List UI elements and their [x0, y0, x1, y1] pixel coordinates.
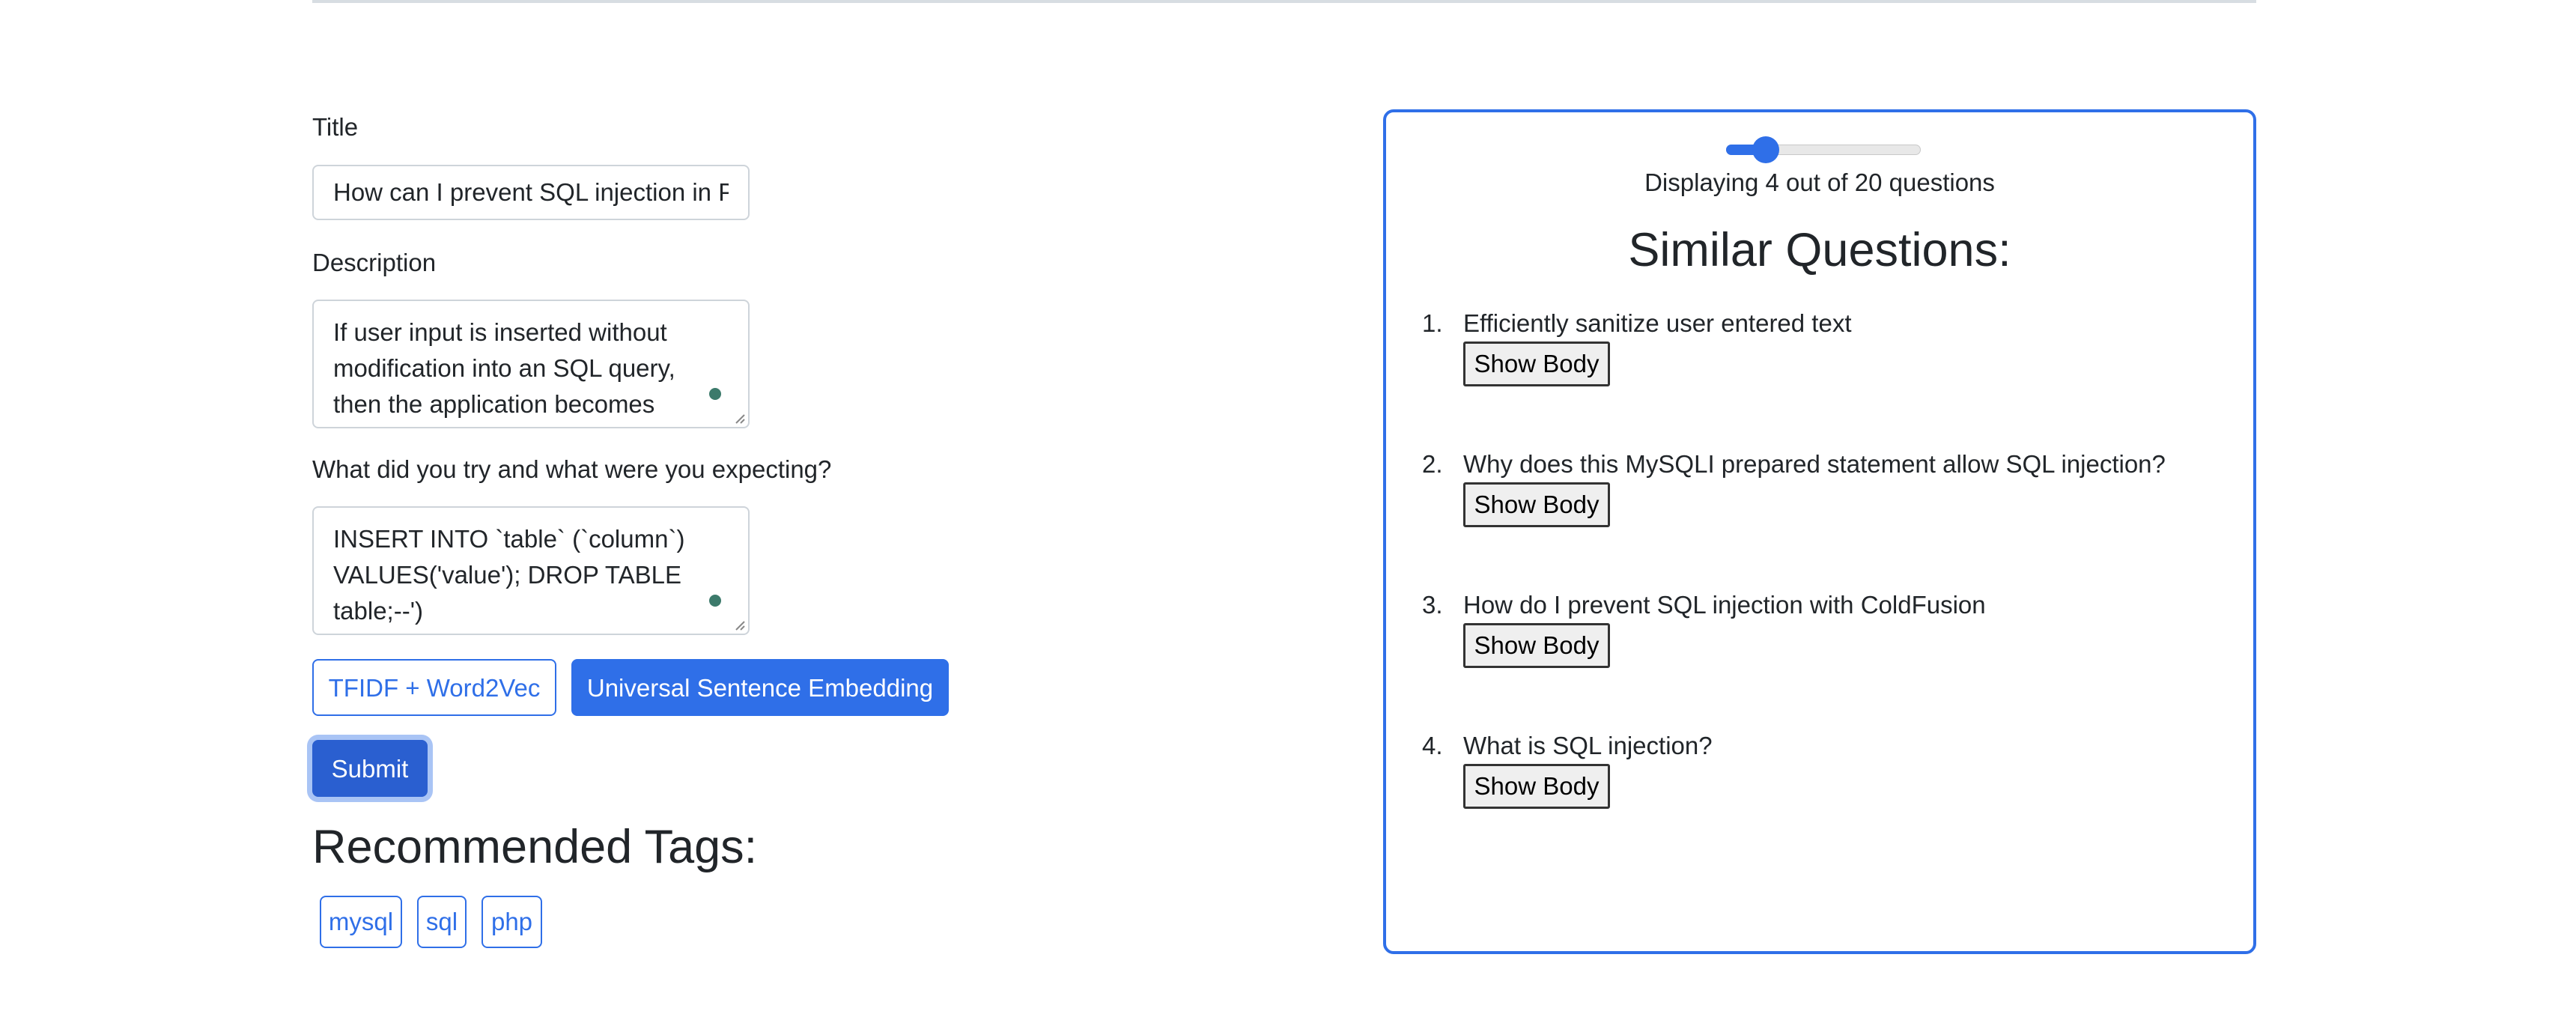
question-title: What is SQL injection?	[1463, 732, 1713, 759]
grammar-indicator-icon	[709, 388, 721, 400]
tried-field-wrapper	[312, 506, 750, 635]
show-body-button[interactable]: Show Body	[1463, 342, 1610, 386]
list-item: 1. Efficiently sanitize user entered tex…	[1386, 309, 2253, 428]
show-body-button[interactable]: Show Body	[1463, 482, 1610, 527]
tag-mysql[interactable]: mysql	[320, 896, 402, 948]
question-count-slider[interactable]	[1726, 135, 1921, 165]
recommended-tags-heading: Recommended Tags:	[312, 821, 758, 873]
description-label: Description	[312, 249, 437, 276]
grammar-indicator-icon	[709, 595, 721, 607]
tag-php[interactable]: php	[482, 896, 542, 948]
show-body-button[interactable]: Show Body	[1463, 623, 1610, 668]
tfidf-word2vec-button[interactable]: TFIDF + Word2Vec	[312, 659, 556, 716]
submit-button[interactable]: Submit	[312, 740, 428, 797]
question-title: How do I prevent SQL injection with Cold…	[1463, 591, 1986, 619]
question-count-text: Displaying 4 out of 20 questions	[1644, 169, 1995, 196]
question-title: Efficiently sanitize user entered text	[1463, 309, 1852, 337]
show-body-button[interactable]: Show Body	[1463, 764, 1610, 809]
list-item: 2. Why does this MySQLI prepared stateme…	[1386, 449, 2253, 569]
question-number: 1.	[1422, 309, 1443, 337]
tried-textarea[interactable]	[312, 506, 750, 635]
slider-thumb[interactable]	[1752, 136, 1780, 163]
title-label: Title	[312, 113, 359, 141]
similar-questions-heading: Similar Questions:	[1628, 224, 2011, 276]
tag-sql[interactable]: sql	[417, 896, 467, 948]
resize-handle-icon[interactable]	[733, 412, 745, 424]
list-item: 4. What is SQL injection? Show Body	[1386, 731, 2253, 851]
description-field-wrapper	[312, 300, 750, 428]
resize-handle-icon[interactable]	[733, 619, 745, 631]
similar-questions-panel: Displaying 4 out of 20 questions Similar…	[1383, 109, 2256, 954]
tried-label: What did you try and what were you expec…	[312, 455, 832, 483]
list-item: 3. How do I prevent SQL injection with C…	[1386, 590, 2253, 710]
universal-sentence-embedding-button[interactable]: Universal Sentence Embedding	[571, 659, 949, 716]
question-number: 4.	[1422, 732, 1443, 759]
question-number: 2.	[1422, 450, 1443, 478]
description-textarea[interactable]	[312, 300, 750, 428]
question-number: 3.	[1422, 591, 1443, 619]
title-input[interactable]	[312, 165, 750, 220]
top-divider	[312, 0, 2256, 3]
question-title: Why does this MySQLI prepared statement …	[1463, 450, 2166, 478]
